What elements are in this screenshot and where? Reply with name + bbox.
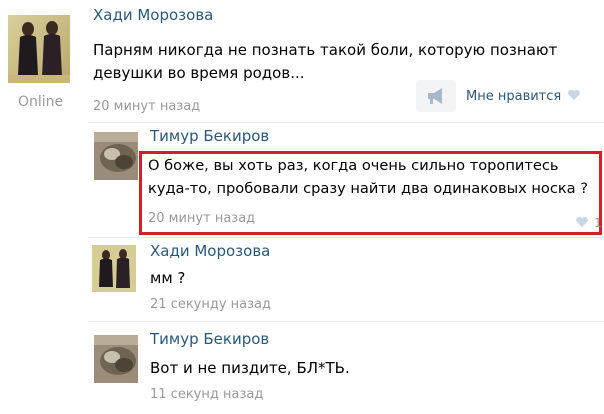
comment-text-line: куда-то, пробовали сразу найти два одина… [148,180,589,197]
repost-button[interactable] [416,80,456,112]
comment-text: О боже, вы хоть раз, когда очень сильно … [148,154,598,200]
like-button[interactable]: Мне нравится [466,89,581,104]
comment-time[interactable]: 21 секунду назад [150,297,271,312]
comment-author[interactable]: Хади Морозова [150,242,270,260]
comment-text: Парням никогда не познать такой боли, ко… [93,39,583,85]
separator [88,122,604,123]
separator [88,237,604,238]
megaphone-icon [428,88,442,104]
online-status: Online [18,94,64,110]
like-button[interactable]: 1 [575,212,602,231]
avatar[interactable] [8,15,70,83]
comment-text-line: Парням никогда не познать такой боли, ко… [93,41,558,59]
avatar[interactable] [92,245,136,292]
comment-text-line: О боже, вы хоть раз, когда очень сильно … [148,157,559,174]
avatar[interactable] [94,335,138,383]
heart-icon [576,216,588,227]
heart-icon [568,89,581,100]
comment-author[interactable]: Тимур Бекиров [150,330,269,348]
comment-text: Вот и не пиздите, БЛ*ТЬ. [150,359,350,377]
comment-text-line: девушки во время родов... [93,64,305,82]
comment-time[interactable]: 11 секунд назад [150,387,263,402]
separator [88,321,604,322]
like-label: Мне нравится [466,89,562,104]
like-count: 1 [594,216,602,230]
avatar[interactable] [94,132,138,180]
comment-time[interactable]: 20 минут назад [93,99,200,114]
comment-author[interactable]: Хади Морозова [93,6,213,24]
comment-text: мм ? [150,269,186,287]
comment-author[interactable]: Тимур Бекиров [150,127,269,145]
comment-time[interactable]: 20 минут назад [148,211,255,226]
